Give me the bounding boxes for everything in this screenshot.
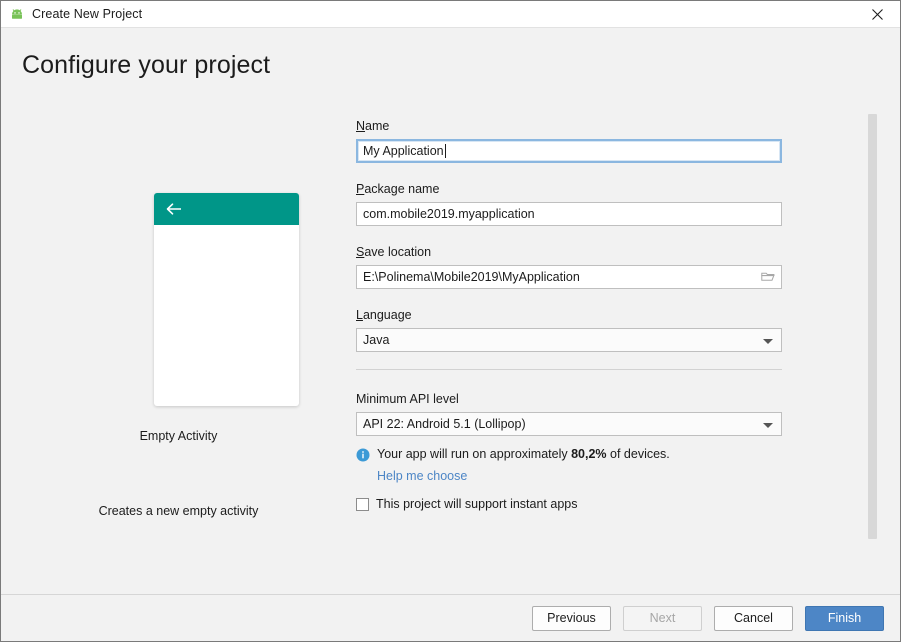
save-location-input[interactable]: E:\Polinema\Mobile2019\MyApplication (356, 265, 782, 289)
api-coverage-text: Your app will run on approximately 80,2%… (377, 447, 670, 461)
android-robot-icon (9, 6, 25, 22)
api-coverage-percent: 80,2% (571, 447, 607, 461)
window-title: Create New Project (32, 7, 143, 21)
form-scrollbar-thumb[interactable] (868, 114, 877, 539)
next-button: Next (623, 605, 702, 631)
back-arrow-icon (166, 202, 183, 216)
page-title: Configure your project (22, 51, 271, 79)
language-value: Java (363, 333, 390, 347)
api-coverage-info: Your app will run on approximately 80,2%… (356, 447, 900, 462)
close-icon[interactable] (854, 1, 900, 27)
text-caret (444, 144, 446, 158)
field-package-name: Package name com.mobile2019.myapplicatio… (356, 180, 900, 226)
language-label-rest: anguage (362, 308, 412, 322)
instant-apps-row[interactable]: This project will support instant apps (356, 497, 900, 511)
save-location-label: Save location (356, 245, 431, 259)
api-coverage-prefix: Your app will run on approximately (377, 447, 572, 461)
package-name-input[interactable]: com.mobile2019.myapplication (356, 202, 782, 226)
instant-apps-checkbox[interactable] (356, 497, 369, 511)
min-api-value: API 22: Android 5.1 (Lollipop) (363, 417, 526, 431)
save-location-value: E:\Polinema\Mobile2019\MyApplication (363, 270, 580, 284)
language-label-mnemonic: L (356, 308, 363, 322)
language-select[interactable]: Java (356, 328, 782, 352)
help-me-choose-link[interactable]: Help me choose (377, 469, 467, 483)
min-api-label: Minimum API level (356, 392, 459, 406)
folder-icon[interactable] (761, 270, 775, 283)
previous-button[interactable]: Previous (532, 605, 611, 631)
create-new-project-dialog: Create New Project Configure your projec… (0, 0, 901, 642)
section-divider (356, 369, 782, 370)
name-label: Name (356, 119, 389, 133)
language-label: Language (356, 308, 412, 322)
package-name-label-rest: ackage name (364, 182, 440, 196)
field-save-location: Save location E:\Polinema\Mobile2019\MyA… (356, 243, 900, 289)
field-language: Language Java (356, 306, 900, 352)
template-name: Empty Activity (139, 429, 218, 443)
package-name-value: com.mobile2019.myapplication (363, 207, 535, 221)
finish-button[interactable]: Finish (805, 605, 884, 631)
cancel-button[interactable]: Cancel (714, 605, 793, 631)
field-min-api-level: Minimum API level API 22: Android 5.1 (L… (356, 390, 900, 511)
chevron-down-icon (763, 423, 773, 428)
chevron-down-icon (763, 339, 773, 344)
name-input[interactable]: My Application (356, 139, 782, 163)
min-api-select[interactable]: API 22: Android 5.1 (Lollipop) (356, 412, 782, 436)
project-config-form: Name My Application Package name com.mob… (356, 111, 900, 543)
name-input-value: My Application (363, 144, 444, 158)
name-label-rest: ame (365, 119, 390, 133)
name-label-mnemonic: N (356, 119, 366, 133)
api-coverage-suffix: of devices. (606, 447, 670, 461)
template-preview-panel: Empty Activity Creates a new empty activ… (1, 111, 356, 541)
package-name-label: Package name (356, 182, 439, 196)
field-name: Name My Application (356, 117, 900, 163)
preview-app-bar (154, 193, 299, 225)
instant-apps-label: This project will support instant apps (376, 497, 578, 511)
save-location-label-rest: ave location (364, 245, 432, 259)
dialog-footer: Previous Next Cancel Finish (1, 594, 900, 641)
title-bar: Create New Project (1, 1, 900, 28)
info-icon (356, 448, 370, 462)
template-preview-card (154, 193, 299, 406)
template-description: Creates a new empty activity (98, 504, 259, 518)
